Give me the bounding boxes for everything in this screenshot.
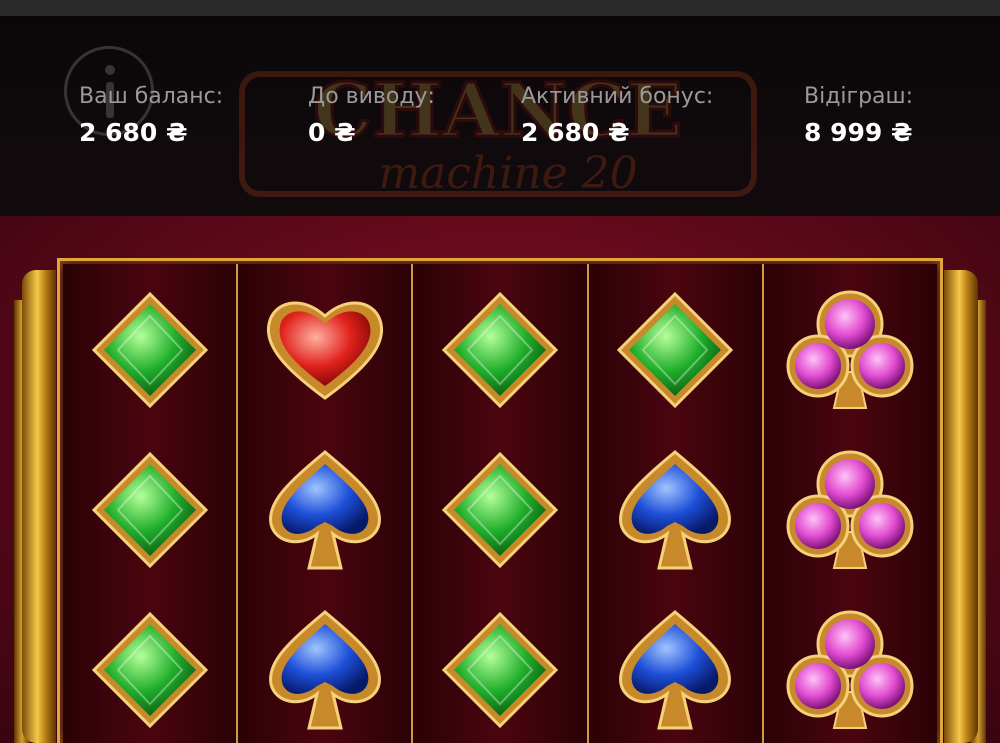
balance-stat: Ваш баланс: 2 680 ₴ [79, 84, 223, 150]
diamond-symbol-icon [436, 286, 564, 414]
active-bonus-label: Активний бонус: [521, 84, 714, 109]
spade-symbol-icon [261, 606, 389, 734]
diamond-symbol-icon [611, 286, 739, 414]
withdrawable-value: 0 ₴ [308, 118, 356, 147]
balance-label: Ваш баланс: [79, 84, 224, 109]
diamond-symbol-icon [86, 446, 214, 574]
frame-right-rail [944, 270, 978, 743]
top-strip [0, 0, 1000, 16]
spade-symbol-icon [611, 606, 739, 734]
header-panel: CHANCE machine 20 Ваш баланс: 2 680 ₴ До… [0, 16, 1000, 216]
active-bonus-stat: Активний бонус: 2 680 ₴ [521, 84, 713, 150]
reel-2 [236, 264, 412, 743]
reel-5 [761, 264, 938, 743]
diamond-symbol-icon [436, 446, 564, 574]
reels-area [63, 264, 938, 743]
logo-line2: machine 20 [378, 148, 637, 199]
reel-4 [586, 264, 762, 743]
spade-symbol-icon [261, 446, 389, 574]
diamond-symbol-icon [86, 606, 214, 734]
active-bonus-value: 2 680 ₴ [521, 118, 630, 147]
diamond-symbol-icon [436, 606, 564, 734]
club-symbol-icon [786, 286, 914, 414]
withdrawable-stat: До виводу: 0 ₴ [308, 84, 435, 150]
club-symbol-icon [786, 446, 914, 574]
wager-value: 8 999 ₴ [804, 118, 913, 147]
heart-symbol-icon [261, 286, 389, 414]
spade-symbol-icon [611, 446, 739, 574]
wager-stat: Відіграш: 8 999 ₴ [804, 84, 913, 150]
reel-1 [63, 264, 237, 743]
diamond-symbol-icon [86, 286, 214, 414]
withdrawable-label: До виводу: [308, 84, 435, 109]
reel-3 [411, 264, 587, 743]
balance-value: 2 680 ₴ [79, 118, 188, 147]
frame-left-rail [22, 270, 56, 743]
wager-label: Відіграш: [804, 84, 914, 109]
club-symbol-icon [786, 606, 914, 734]
